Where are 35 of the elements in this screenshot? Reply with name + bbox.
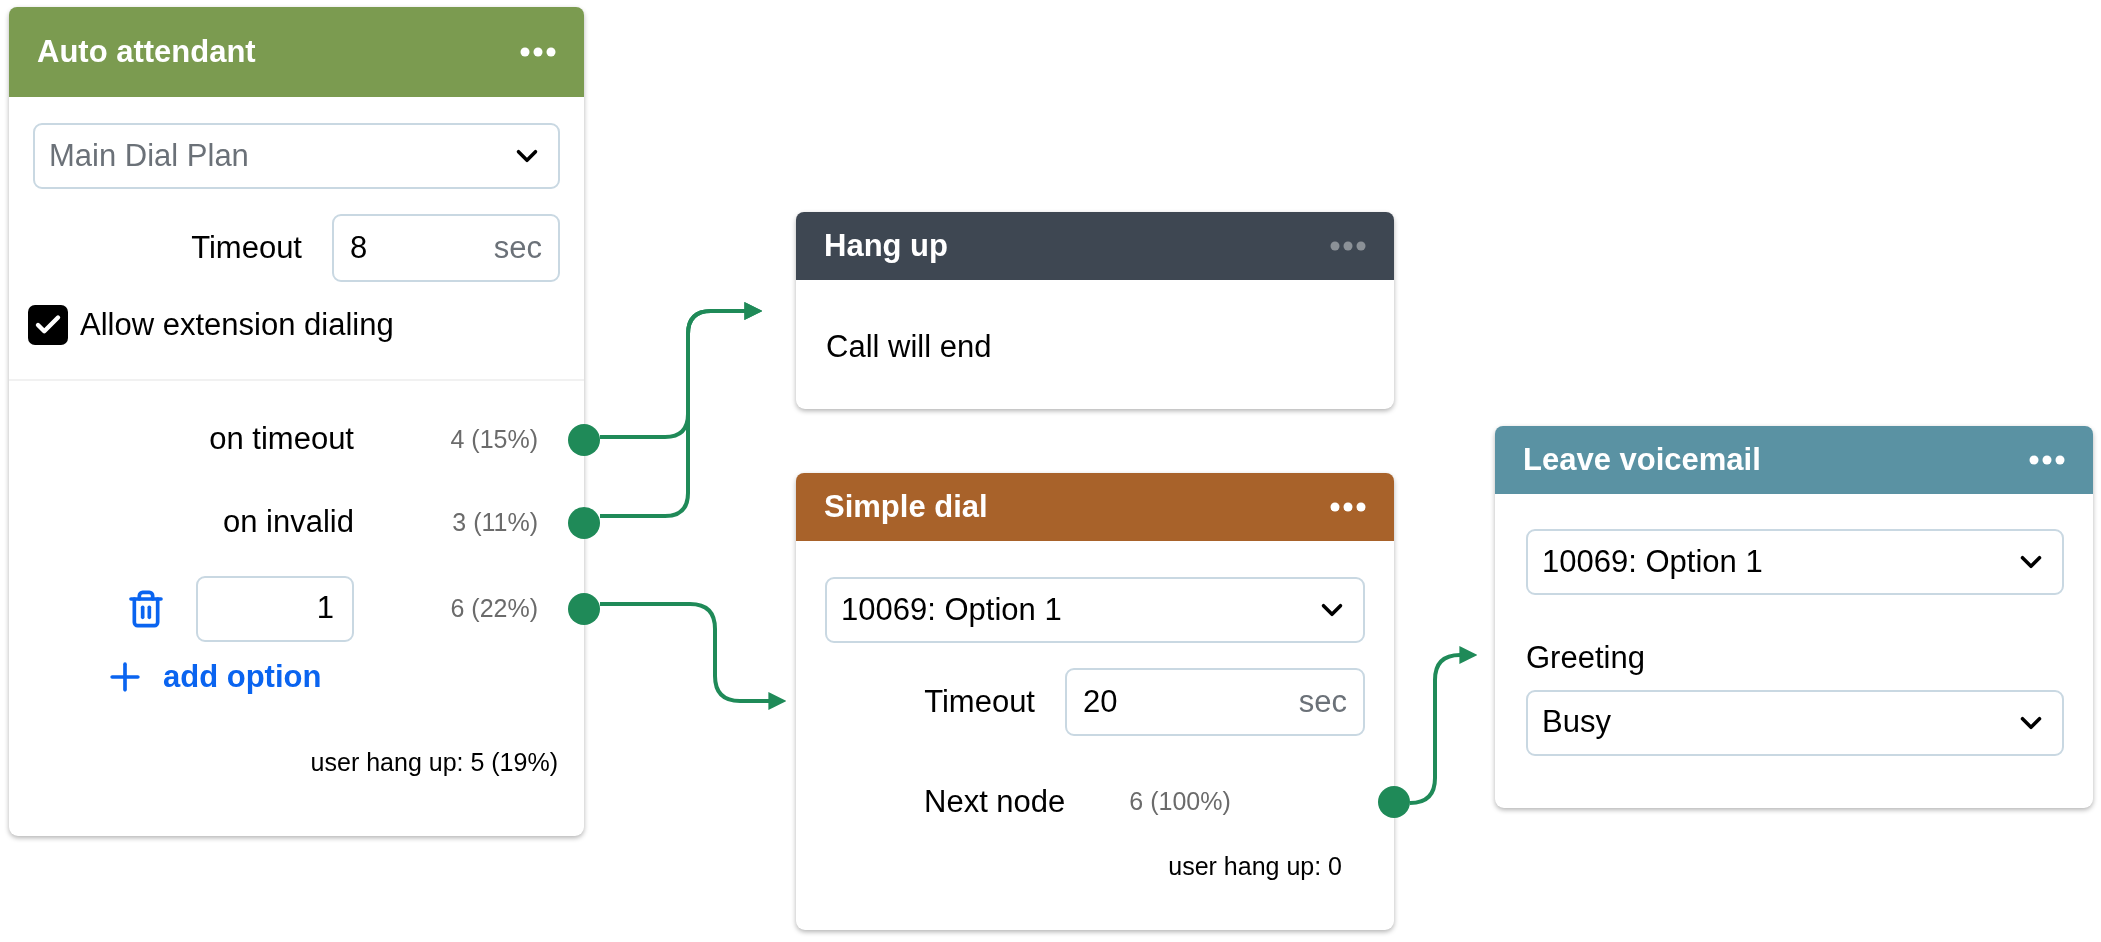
output-port[interactable] [568,506,600,539]
node-title: Hang up [824,226,948,265]
checkbox[interactable] [28,305,68,346]
output-port[interactable] [568,592,600,625]
node-title: Simple dial [824,487,988,526]
node-title: Auto attendant [37,32,256,71]
more-icon[interactable] [520,47,556,57]
hang-up-count: user hang up: 5 (19%) [310,747,558,778]
output-count: 3 (11%) [452,506,538,538]
dial-plan-select[interactable]: Main Dial Plan [33,123,560,189]
output-count: 6 (100%) [1129,786,1231,818]
option-field[interactable]: 1 [196,575,354,642]
timeout-field[interactable]: 8 sec [332,214,560,282]
target-select[interactable]: 10069: Option 1 [825,577,1365,643]
output-port[interactable] [568,423,600,456]
output-count: 6 (22%) [450,592,538,624]
output-count: 4 (15%) [450,423,538,455]
more-icon[interactable] [2029,455,2065,465]
output-label: on invalid [223,503,354,542]
greeting-select[interactable]: Busy [1526,689,2064,756]
add-option-button[interactable]: add option [103,653,584,700]
timeout-label: Timeout [924,682,1035,721]
output-label: Next node [924,782,1066,821]
trash-icon[interactable] [126,588,166,629]
mailbox-select[interactable]: 10069: Option 1 [1526,529,2064,595]
greeting-label: Greeting [1526,639,1646,677]
output-port[interactable] [1378,786,1410,818]
node-title: Leave voicemail [1523,440,1761,479]
timeout-label: Timeout [191,228,302,267]
node-description: Call will end [826,328,993,366]
output-label: on timeout [209,420,354,459]
hang-up-count: user hang up: 0 [1168,851,1342,882]
timeout-field[interactable]: 20 sec [1065,668,1365,736]
checkbox-label: Allow extension dialing [80,306,394,344]
more-icon[interactable] [1330,502,1366,512]
